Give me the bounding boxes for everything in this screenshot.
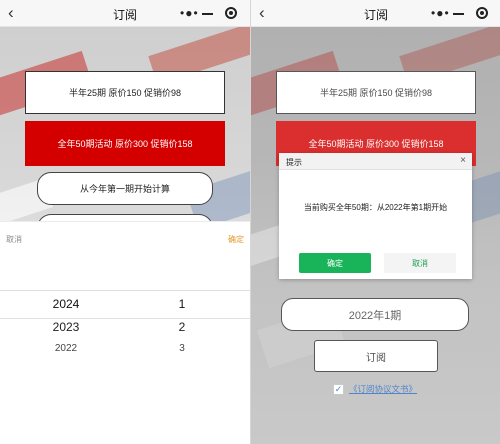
dialog-cancel-button[interactable]: 取消 [384,253,456,273]
plan-half-year[interactable]: 半年25期 原价150 促销价98 [25,71,225,114]
minimize-icon[interactable] [202,13,213,15]
start-issue-button[interactable]: 从今年第一期开始计算 [37,172,213,205]
left-screen: ‹ 订阅 •●• 半年25期 原价150 促销价98 全年50期活动 原价300… [0,0,250,444]
picker-cancel-button[interactable]: 取消 [6,234,22,245]
date-picker-sheet: 取消 确定 2024 2023 2022 1 2 3 [0,221,250,444]
target-close-icon[interactable] [476,7,488,19]
dialog-title: 提示 [286,158,302,167]
picker-wheels[interactable]: 2024 2023 2022 1 2 3 [0,290,250,385]
dialog-header: 提示 × [279,153,472,170]
more-dots-icon[interactable]: •●• [431,6,450,20]
dialog-message: 当前购买全年50期：从2022年第1期开始 [303,203,448,212]
navbar: ‹ 订阅 •●• [0,0,250,27]
more-dots-icon[interactable]: •●• [180,6,199,20]
minimize-icon[interactable] [453,13,464,15]
issue-option[interactable]: 3 [152,343,212,354]
picker-confirm-button[interactable]: 确定 [228,234,244,245]
issue-option[interactable]: 1 [152,297,212,311]
confirm-dialog: 提示 × 当前购买全年50期：从2022年第1期开始 确定 取消 [279,153,472,279]
navbar: ‹ 订阅 •●• [251,0,500,27]
year-option[interactable]: 2022 [36,343,96,354]
issue-option[interactable]: 2 [152,320,212,334]
year-option[interactable]: 2024 [36,297,96,311]
close-icon[interactable]: × [460,155,466,166]
year-option[interactable]: 2023 [36,320,96,334]
plan-full-year[interactable]: 全年50期活动 原价300 促销价158 [25,121,225,166]
right-screen: ‹ 订阅 •●• 半年25期 原价150 促销价98 全年50期活动 原价300… [250,0,500,444]
dialog-ok-button[interactable]: 确定 [299,253,371,273]
capsule-menu: •●• [180,6,242,22]
capsule-menu: •●• [431,6,493,22]
target-close-icon[interactable] [225,7,237,19]
